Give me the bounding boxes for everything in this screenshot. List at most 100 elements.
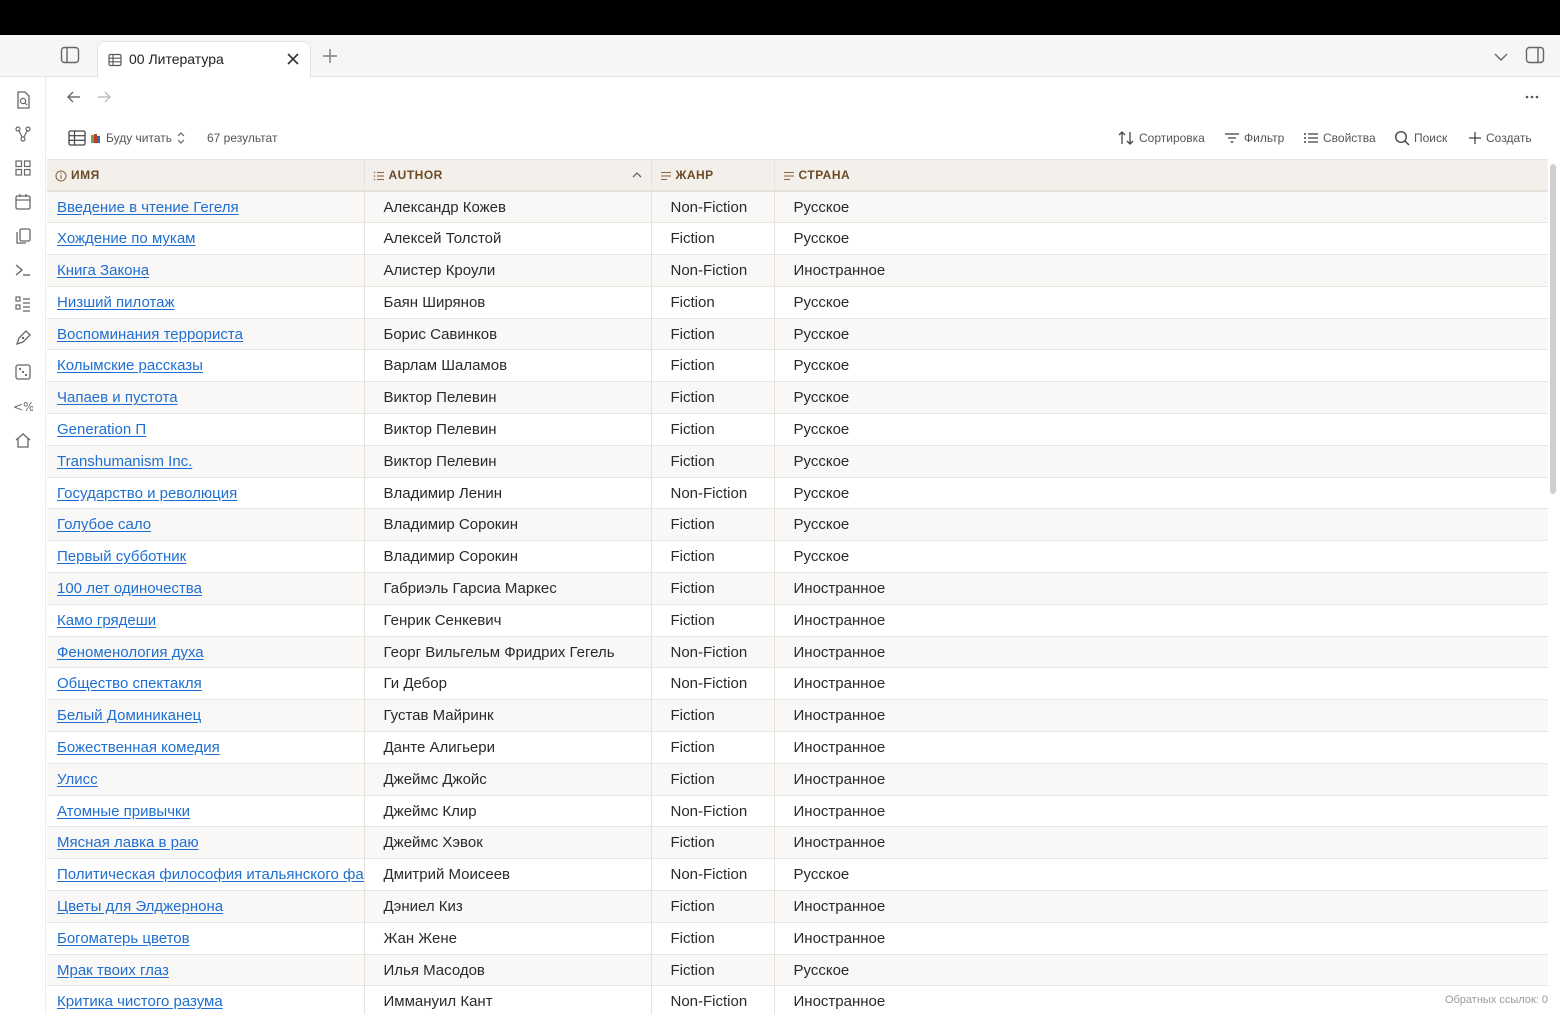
- home-icon[interactable]: [13, 430, 33, 450]
- cell-country[interactable]: Русское: [774, 286, 1548, 319]
- cell-author[interactable]: Владимир Сорокин: [364, 540, 652, 574]
- table-row[interactable]: Generation П Виктор Пелевин Fiction Русское: [47, 413, 1548, 446]
- cell-country[interactable]: Иностранное: [774, 604, 1548, 637]
- cell-author[interactable]: Владимир Сорокин: [364, 508, 652, 542]
- cell-genre[interactable]: Fiction: [651, 445, 775, 478]
- table-row[interactable]: Улисс Джеймс Джойс Fiction Иностранное: [47, 763, 1548, 796]
- cell-author[interactable]: Дмитрий Моисеев: [364, 858, 652, 892]
- table-row[interactable]: Общество спектакля Ги Дебор Non-Fiction Ино…: [47, 667, 1548, 701]
- dice-icon[interactable]: [13, 362, 33, 382]
- cell-genre[interactable]: Fiction: [651, 508, 775, 542]
- note-link[interactable]: Цветы для Элджернона: [57, 898, 223, 915]
- note-link[interactable]: Государство и революция: [57, 485, 237, 502]
- cell-country[interactable]: Иностранное: [774, 922, 1548, 955]
- note-link[interactable]: 100 лет одиночества: [57, 580, 202, 597]
- cell-genre[interactable]: Fiction: [651, 922, 775, 955]
- cell-country[interactable]: Русское: [774, 858, 1548, 892]
- right-sidebar-toggle-icon[interactable]: [1525, 46, 1545, 64]
- cell-genre[interactable]: Fiction: [651, 890, 775, 923]
- cell-genre[interactable]: Non-Fiction: [651, 985, 775, 1014]
- cell-author[interactable]: Джеймс Хэвок: [364, 826, 652, 860]
- cell-author[interactable]: Владимир Ленин: [364, 477, 652, 510]
- cell-country[interactable]: Иностранное: [774, 985, 1548, 1014]
- grid-icon[interactable]: [13, 158, 33, 178]
- cell-country[interactable]: Иностранное: [774, 795, 1548, 828]
- cell-author[interactable]: Густав Майринк: [364, 699, 652, 733]
- cell-genre[interactable]: Fiction: [651, 699, 775, 733]
- column-header-country[interactable]: СТРАНА: [774, 160, 1548, 192]
- note-link[interactable]: Белый Доминиканец: [57, 707, 201, 724]
- pen-icon[interactable]: [13, 328, 33, 348]
- note-link[interactable]: Generation П: [57, 421, 146, 438]
- note-link[interactable]: Богоматерь цветов: [57, 930, 190, 947]
- cell-author[interactable]: Илья Масодов: [364, 954, 652, 987]
- cell-genre[interactable]: Fiction: [651, 222, 775, 256]
- table-row[interactable]: Колымские рассказы Варлам Шаламов Fiction Р…: [47, 349, 1548, 383]
- table-row[interactable]: Мрак твоих глаз Илья Масодов Fiction Русско…: [47, 954, 1548, 987]
- cell-genre[interactable]: Fiction: [651, 572, 775, 605]
- table-row[interactable]: Белый Доминиканец Густав Майринк Fiction Ин…: [47, 699, 1548, 733]
- table-row[interactable]: Камо грядеши Генрик Сенкевич Fiction Иностр…: [47, 604, 1548, 637]
- note-link[interactable]: Политическая философия итальянского фаши…: [57, 866, 363, 883]
- table-row[interactable]: Цветы для Элджернона Дэниел Киз Fiction Ино…: [47, 890, 1548, 923]
- calendar-icon[interactable]: [13, 192, 33, 212]
- cell-country[interactable]: Русское: [774, 349, 1548, 383]
- cell-author[interactable]: Александр Кожев: [364, 191, 652, 224]
- cell-genre[interactable]: Non-Fiction: [651, 667, 775, 701]
- table-row[interactable]: Феноменология духа Георг Вильгельм Фридри…: [47, 636, 1548, 669]
- cell-country[interactable]: Иностранное: [774, 572, 1548, 605]
- cell-author[interactable]: Генрик Сенкевич: [364, 604, 652, 637]
- cell-genre[interactable]: Non-Fiction: [651, 858, 775, 892]
- column-header-author[interactable]: AUTHOR: [364, 160, 652, 192]
- cell-author[interactable]: Баян Ширянов: [364, 286, 652, 319]
- note-link[interactable]: Воспоминания террориста: [57, 326, 243, 343]
- cell-author[interactable]: Алексей Толстой: [364, 222, 652, 256]
- cell-genre[interactable]: Non-Fiction: [651, 795, 775, 828]
- graph-view-icon[interactable]: [13, 124, 33, 144]
- note-link[interactable]: Камо грядеши: [57, 612, 156, 629]
- table-row[interactable]: Transhumanism Inc. Виктор Пелевин Fiction Р…: [47, 445, 1548, 478]
- column-header-genre[interactable]: ЖАНР: [651, 160, 775, 192]
- note-link[interactable]: Феноменология духа: [57, 644, 204, 661]
- table-row[interactable]: Книга Закона Алистер Кроули Non-Fiction Ино…: [47, 254, 1548, 287]
- table-row[interactable]: Голубое сало Владимир Сорокин Fiction Русск…: [47, 508, 1548, 542]
- table-scrollbar[interactable]: [1550, 164, 1556, 494]
- note-link[interactable]: Божественная комедия: [57, 739, 220, 756]
- table-row[interactable]: Воспоминания террориста Борис Савинков Fic…: [47, 318, 1548, 351]
- note-link[interactable]: Книга Закона: [57, 262, 149, 279]
- cell-genre[interactable]: Fiction: [651, 413, 775, 446]
- terminal-icon[interactable]: [13, 260, 33, 280]
- table-row[interactable]: 100 лет одиночества Габриэль Гарсиа Марке…: [47, 572, 1548, 605]
- cell-genre[interactable]: Non-Fiction: [651, 254, 775, 287]
- table-row[interactable]: Хождение по мукам Алексей Толстой Fiction Р…: [47, 222, 1548, 256]
- cell-country[interactable]: Русское: [774, 445, 1548, 478]
- close-icon[interactable]: [285, 51, 301, 67]
- arrow-right-icon[interactable]: [96, 89, 112, 105]
- arrow-left-icon[interactable]: [66, 89, 82, 105]
- cell-author[interactable]: Габриэль Гарсиа Маркес: [364, 572, 652, 605]
- cell-country[interactable]: Иностранное: [774, 699, 1548, 733]
- column-header-name[interactable]: ИМЯ: [47, 160, 365, 192]
- note-link[interactable]: Хождение по мукам: [57, 230, 195, 247]
- left-sidebar-toggle-icon[interactable]: [60, 46, 80, 64]
- list-icon[interactable]: [13, 294, 33, 314]
- cell-author[interactable]: Алистер Кроули: [364, 254, 652, 287]
- cell-genre[interactable]: Fiction: [651, 540, 775, 574]
- copy-pages-icon[interactable]: [13, 226, 33, 246]
- cell-author[interactable]: Иммануил Кант: [364, 985, 652, 1014]
- chevron-down-icon[interactable]: [1492, 48, 1510, 66]
- cell-genre[interactable]: Fiction: [651, 763, 775, 796]
- cell-author[interactable]: Виктор Пелевин: [364, 381, 652, 415]
- cell-genre[interactable]: Non-Fiction: [651, 477, 775, 510]
- table-row[interactable]: Первый субботник Владимир Сорокин Fiction Р…: [47, 540, 1548, 574]
- table-row[interactable]: Критика чистого разума Иммануил Кант Non-F…: [47, 985, 1548, 1014]
- cell-country[interactable]: Иностранное: [774, 826, 1548, 860]
- filter-button[interactable]: Фильтр: [1224, 129, 1284, 147]
- note-link[interactable]: Критика чистого разума: [57, 993, 223, 1010]
- search-file-icon[interactable]: [13, 90, 33, 110]
- cell-author[interactable]: Варлам Шаламов: [364, 349, 652, 383]
- cell-author[interactable]: Борис Савинков: [364, 318, 652, 351]
- cell-country[interactable]: Русское: [774, 191, 1548, 224]
- table-row[interactable]: Введение в чтение Гегеля Александр Кожев N…: [47, 191, 1548, 224]
- cell-author[interactable]: Жан Жене: [364, 922, 652, 955]
